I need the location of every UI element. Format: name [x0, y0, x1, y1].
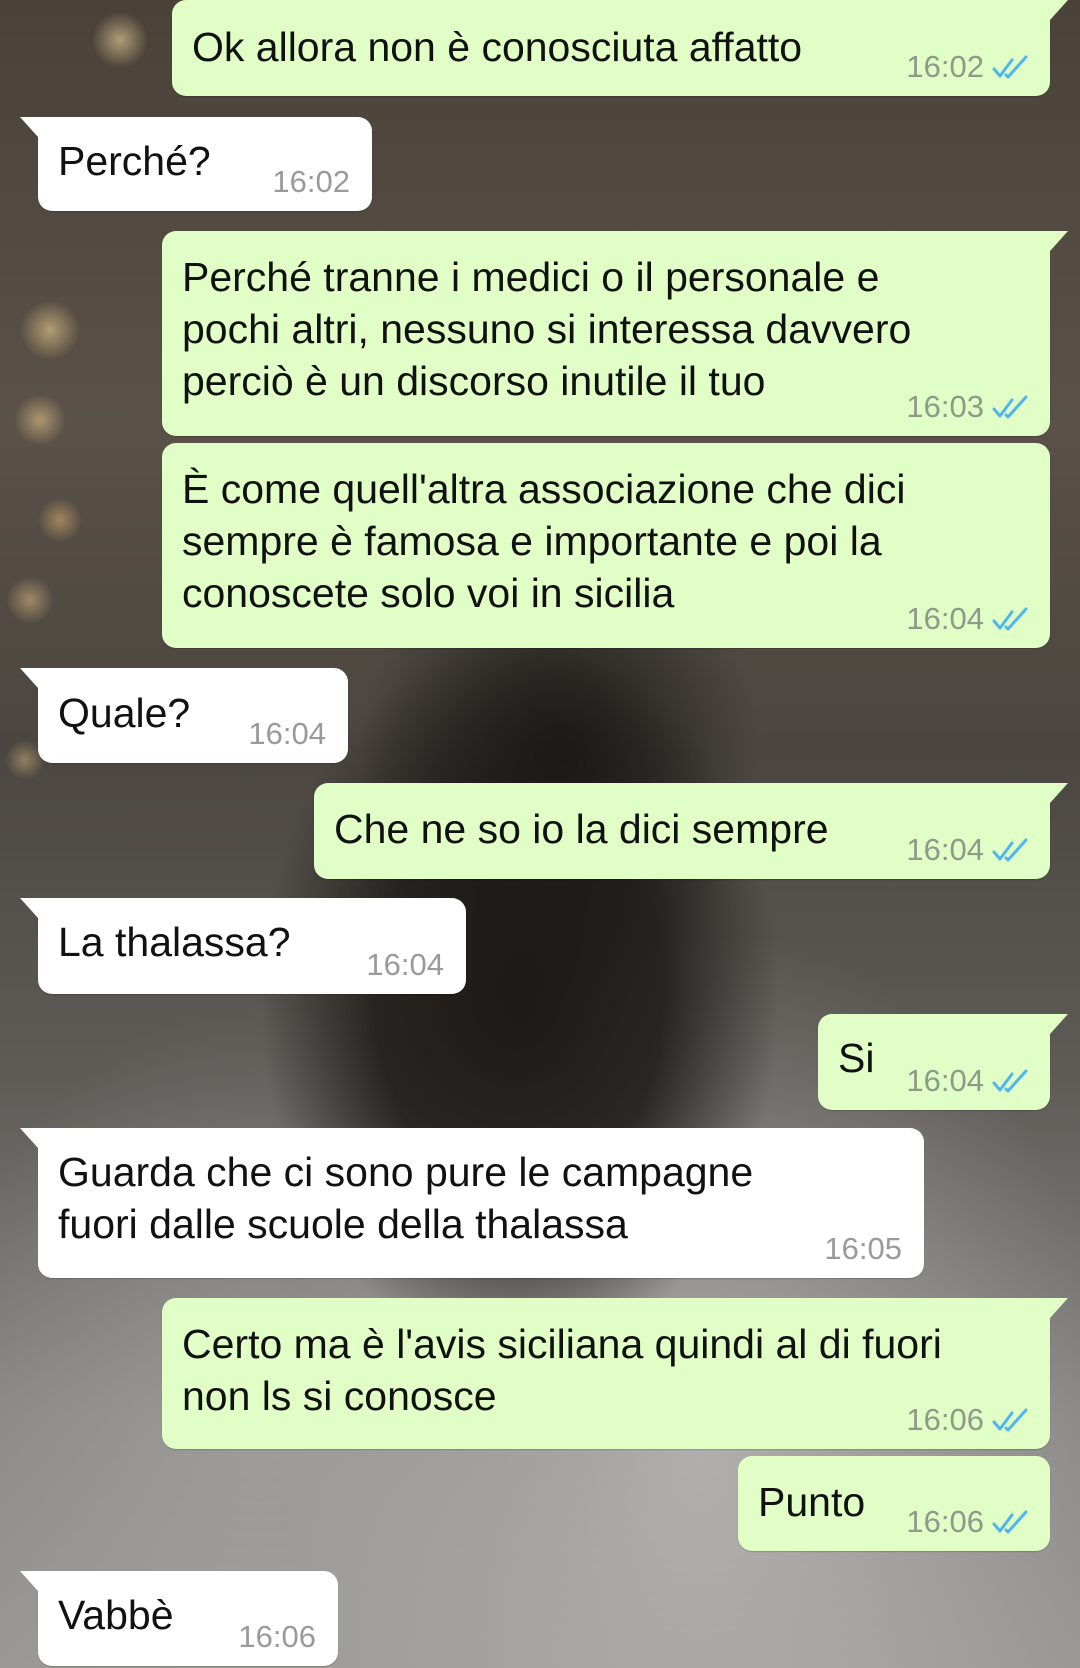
message-bubble-incoming[interactable]: Perché? 16:02	[20, 117, 372, 211]
message-meta: 16:04	[906, 1064, 1030, 1098]
message-text: Perché?	[58, 138, 211, 184]
message-text: Si	[838, 1035, 875, 1081]
message-bubble-incoming[interactable]: La thalassa? 16:04	[20, 898, 466, 994]
message-meta: 16:02	[906, 50, 1030, 84]
message-bubble-outgoing[interactable]: Punto 16:06	[738, 1456, 1050, 1551]
message-time: 16:03	[906, 389, 984, 424]
message-text: Punto	[758, 1479, 866, 1525]
message-text: Vabbè	[58, 1592, 174, 1638]
double-check-icon	[992, 607, 1028, 631]
message-bubble-outgoing[interactable]: Perché tranne i medici o il personale e …	[162, 231, 1068, 436]
message-meta: 16:06	[906, 1505, 1030, 1539]
message-meta: 16:05	[824, 1232, 902, 1266]
double-check-icon	[992, 1510, 1028, 1534]
message-bubble-incoming[interactable]: Vabbè 16:06	[20, 1571, 338, 1666]
double-check-icon	[992, 1069, 1028, 1093]
message-bubble-outgoing[interactable]: Certo ma è l'avis siciliana quindi al di…	[162, 1298, 1068, 1449]
message-time: 16:02	[272, 164, 350, 199]
message-text: Guarda che ci sono pure le campagne fuor…	[58, 1149, 754, 1247]
message-meta: 16:04	[906, 602, 1030, 636]
message-time: 16:06	[906, 1504, 984, 1539]
message-meta: 16:06	[906, 1403, 1030, 1437]
message-bubble-outgoing[interactable]: Si 16:04	[818, 1014, 1068, 1110]
message-time: 16:04	[366, 947, 444, 982]
message-time: 16:06	[906, 1402, 984, 1437]
double-check-icon	[992, 395, 1028, 419]
message-bubble-outgoing[interactable]: Che ne so io la dici sempre 16:04	[314, 783, 1068, 879]
message-text: È come quell'altra associazione che dici…	[182, 466, 906, 616]
double-check-icon	[992, 55, 1028, 79]
message-meta: 16:04	[366, 948, 444, 982]
message-meta: 16:04	[906, 833, 1030, 867]
double-check-icon	[992, 1408, 1028, 1432]
message-bubble-outgoing[interactable]: Ok allora non è conosciuta affatto 16:02	[172, 0, 1068, 96]
message-meta: 16:04	[248, 717, 326, 751]
message-text: Certo ma è l'avis siciliana quindi al di…	[182, 1321, 942, 1419]
message-text: Quale?	[58, 690, 191, 736]
message-time: 16:05	[824, 1231, 902, 1266]
message-meta: 16:02	[272, 165, 350, 199]
chat-messages[interactable]: Ok allora non è conosciuta affatto 16:02…	[0, 0, 1080, 1668]
message-time: 16:02	[906, 49, 984, 84]
message-bubble-incoming[interactable]: Guarda che ci sono pure le campagne fuor…	[20, 1128, 924, 1278]
message-text: Perché tranne i medici o il personale e …	[182, 254, 912, 404]
message-time: 16:04	[906, 601, 984, 636]
message-bubble-incoming[interactable]: Quale? 16:04	[20, 668, 348, 763]
message-time: 16:06	[238, 1619, 316, 1654]
message-meta: 16:03	[906, 390, 1030, 424]
double-check-icon	[992, 838, 1028, 862]
message-text: Ok allora non è conosciuta affatto	[192, 24, 803, 70]
message-time: 16:04	[906, 832, 984, 867]
message-bubble-outgoing[interactable]: È come quell'altra associazione che dici…	[162, 443, 1050, 648]
message-text: Che ne so io la dici sempre	[334, 806, 829, 852]
message-time: 16:04	[248, 716, 326, 751]
message-text: La thalassa?	[58, 919, 291, 965]
message-meta: 16:06	[238, 1620, 316, 1654]
message-time: 16:04	[906, 1063, 984, 1098]
